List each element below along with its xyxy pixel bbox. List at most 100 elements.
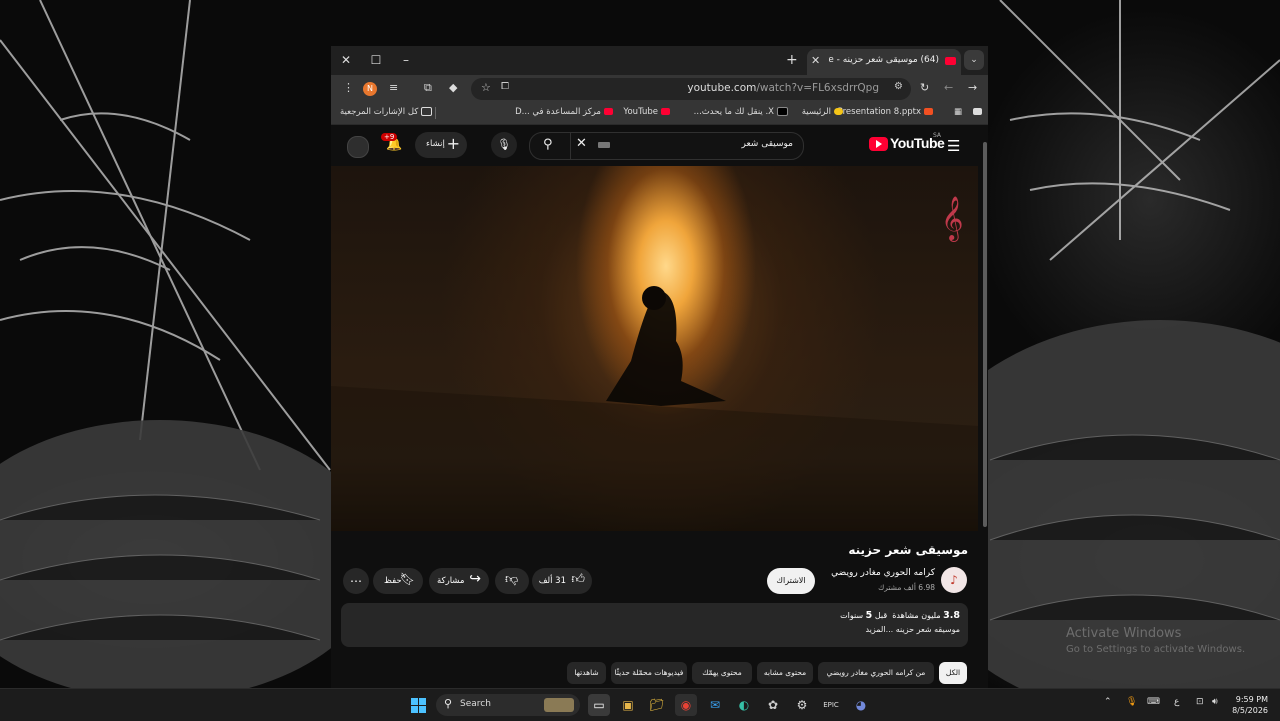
bookmark-item[interactable]: Presentation 8.pptx (838, 107, 933, 117)
account-avatar[interactable] (347, 136, 369, 158)
site-settings-icon[interactable]: ⚙ (894, 81, 903, 92)
subscriber-count: 6.98 ألف مشترك (878, 583, 935, 592)
youtube-icon (604, 108, 613, 115)
all-bookmarks-folder[interactable]: كل الإشارات المرجعية (340, 107, 433, 117)
scrollbar-thumb[interactable] (983, 142, 987, 527)
forward-icon[interactable]: ← (944, 81, 953, 94)
dislike-button[interactable]: 👎︎ (495, 568, 529, 594)
start-button[interactable] (411, 698, 427, 714)
voice-search-button[interactable]: 🎙 (491, 132, 517, 158)
like-button[interactable]: 👍︎ 31 ألف (532, 568, 592, 594)
clock[interactable]: 9:59 PM 8/5/2026 (1226, 694, 1268, 716)
share-label: مشاركة (437, 576, 465, 586)
chip-from-channel[interactable]: من كرامه الحوري مغادر رويضي (818, 662, 934, 684)
photo-app-icon[interactable]: ✿ (762, 694, 784, 716)
bookmark-item[interactable]: الرئيسية (802, 107, 843, 117)
chip-watched[interactable]: شاهدتها (567, 662, 606, 684)
video-player[interactable]: 𝄞 (331, 166, 978, 531)
activate-subtitle: Go to Settings to activate Windows. (1066, 644, 1246, 655)
bookmark-item[interactable]: مركز المساعدة في ...D (515, 107, 613, 117)
reload-icon[interactable]: ↻ (920, 81, 929, 94)
mail-icon[interactable]: ✉ (704, 694, 726, 716)
volume-icon[interactable]: 🔊︎ (1212, 697, 1218, 707)
tab-close-icon[interactable]: ✕ (811, 54, 820, 67)
kebab-menu-icon[interactable]: ⋮ (343, 81, 354, 94)
epic-games-icon[interactable]: EPIC (820, 694, 842, 716)
show-hidden-icons-icon[interactable]: ⌃ (1104, 697, 1112, 707)
plus-icon: + (446, 134, 460, 153)
search-icon: ⚲ (444, 697, 453, 710)
video-frame: 𝄞 (331, 196, 978, 531)
taskbar-search[interactable]: ⚲ Search (436, 694, 580, 716)
close-window-button[interactable]: ✕ (338, 52, 354, 68)
chip-for-you[interactable]: محتوى يهمّك (692, 662, 752, 684)
create-button[interactable]: إنشاء + (415, 132, 467, 158)
share-button[interactable]: ↪ مشاركة (429, 568, 489, 594)
lightbulb-icon (834, 108, 843, 115)
tab-youtube[interactable]: ✕ (64) موسيقى شعر حزينه - YouTube (807, 49, 961, 75)
hamburger-menu-icon[interactable]: ☰ (947, 137, 960, 155)
bookmark-star-icon[interactable]: ☆ (481, 81, 491, 94)
address-bar[interactable]: ☆ ⧠ youtube.com/watch?v=FL6xsdrrQpg ⚙ (471, 78, 911, 100)
microphone-tray-icon[interactable]: 🎙︎ (1126, 697, 1137, 707)
url-text: youtube.com/watch?v=FL6xsdrrQpg (687, 82, 879, 94)
notification-count-badge: +9 (381, 133, 398, 141)
clear-search-icon[interactable]: ✕ (576, 136, 587, 151)
extensions-icon[interactable]: ⧉ (424, 81, 432, 95)
back-icon[interactable]: → (968, 81, 977, 94)
task-view-icon[interactable]: ▭ (588, 694, 610, 716)
browser-toolbar: ⋮ N ≡ ⧉ ◆ ☆ ⧠ youtube.com/watch?v=FL6xsd… (331, 75, 988, 103)
bookmark-item[interactable]: YouTube (623, 107, 670, 117)
chip-recently-uploaded[interactable]: فيديوهات محمّلة حديثًا (611, 662, 687, 684)
description-box[interactable]: 3.8 مليون مشاهدة قبل 5 سنوات موسيقه شعر … (341, 603, 968, 647)
browser-window: ✕ ☐ – + ✕ (64) موسيقى شعر حزينه - YouTub… (331, 46, 988, 688)
minimize-button[interactable]: – (398, 52, 414, 68)
new-tab-button[interactable]: + (786, 52, 798, 68)
view-stats: 3.8 مليون مشاهدة قبل 5 سنوات (840, 610, 960, 621)
store-icon[interactable]: ▣ (617, 694, 639, 716)
more-actions-button[interactable]: ⋯ (343, 568, 369, 594)
search-box[interactable]: موسيقى شعر ✕ ⚲ (529, 132, 804, 160)
tab-title: (64) موسيقى شعر حزينه - YouTube (829, 55, 939, 65)
youtube-play-icon (869, 137, 888, 151)
save-button[interactable]: 🔖︎ حفظ (373, 568, 423, 594)
more-dots-icon: ⋯ (350, 574, 362, 588)
reading-list-icon[interactable]: ≡ (389, 81, 398, 94)
activate-title: Activate Windows (1066, 626, 1182, 641)
create-label: إنشاء (426, 139, 445, 149)
gemini-icon[interactable]: ◆ (449, 81, 457, 94)
file-explorer-icon[interactable]: 📁︎ (646, 694, 668, 716)
treble-clef-watermark-icon: 𝄞 (941, 196, 963, 242)
apps-icon[interactable] (970, 107, 982, 117)
channel-avatar[interactable]: ♪ (941, 567, 967, 593)
chip-related[interactable]: محتوى مشابه (757, 662, 813, 684)
x-logo-icon (777, 107, 788, 116)
description-text[interactable]: موسيقه شعر حزينه ...المزيد (865, 625, 960, 634)
folder-icon (421, 107, 433, 116)
apps-grid-icon[interactable]: ▦ (954, 107, 962, 117)
network-icon[interactable]: ⊡ (1196, 697, 1204, 707)
subscribe-button[interactable]: الاشتراك (767, 568, 815, 594)
youtube-favicon-icon (945, 57, 956, 65)
keyboard-icon[interactable] (598, 142, 610, 148)
install-app-icon[interactable]: ⧠ (501, 81, 509, 92)
discord-icon[interactable]: ◕ (850, 694, 872, 716)
chrome-icon[interactable]: ◉ (675, 694, 697, 716)
tab-search-button[interactable]: ⌄ (964, 50, 984, 70)
search-icon: ⚲ (543, 137, 553, 152)
profile-avatar[interactable]: N (363, 82, 377, 96)
channel-name[interactable]: كرامه الحوري مغادر رويضي (831, 568, 935, 578)
keyboard-tray-icon[interactable]: ⌨ (1147, 697, 1160, 707)
edge-icon[interactable]: ◐ (733, 694, 755, 716)
input-language[interactable]: ع (1174, 697, 1179, 707)
maximize-button[interactable]: ☐ (368, 52, 384, 68)
share-arrow-icon: ↪ (469, 571, 481, 587)
country-code: SA (933, 132, 942, 139)
office-icon (924, 108, 933, 115)
settings-icon[interactable]: ⚙ (791, 694, 813, 716)
search-button[interactable]: ⚲ (530, 133, 571, 159)
bookmark-item[interactable]: X. ينقل لك ما يحدث... (694, 107, 788, 117)
chip-all[interactable]: الكل (939, 662, 967, 684)
search-input[interactable]: موسيقى شعر (742, 139, 794, 149)
youtube-icon (661, 108, 670, 115)
